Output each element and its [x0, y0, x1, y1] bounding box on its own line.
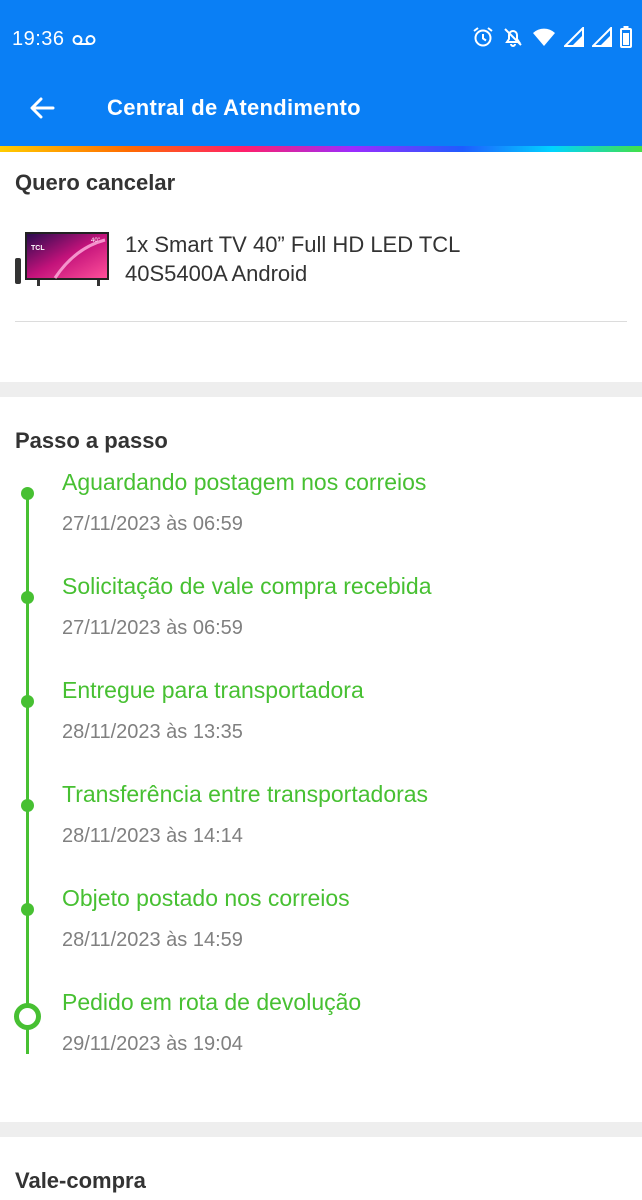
bell-off-icon [502, 26, 524, 48]
signal-icon [592, 27, 612, 47]
product-name[interactable]: 1x Smart TV 40” Full HD LED TCL 40S5400A… [125, 230, 565, 288]
wifi-icon [532, 27, 556, 47]
step-date: 28/11/2023 às 13:35 [62, 721, 243, 743]
product-thumbnail[interactable]: TCL 40" [15, 228, 111, 288]
step-dot-icon [21, 591, 34, 604]
rainbow-divider [0, 146, 642, 152]
back-button[interactable] [22, 90, 62, 130]
step-title: Solicitação de vale compra recebida [62, 573, 432, 599]
step-title: Objeto postado nos correios [62, 885, 350, 911]
step-dot-icon [21, 903, 34, 916]
section-gap [0, 382, 642, 397]
section-gap [0, 1122, 642, 1137]
cancel-section-title: Quero cancelar [15, 170, 176, 195]
step-date: 27/11/2023 às 06:59 [62, 617, 243, 639]
step-date: 27/11/2023 às 06:59 [62, 513, 243, 535]
svg-text:TCL: TCL [31, 245, 45, 252]
step-dot-icon [21, 799, 34, 812]
current-step-dot-icon [14, 1003, 41, 1030]
step-title: Pedido em rota de devolução [62, 989, 362, 1015]
steps-section-title: Passo a passo [15, 428, 168, 453]
step-title: Entregue para transportadora [62, 677, 364, 703]
status-time: 19:36 [12, 28, 65, 50]
timeline-step: Solicitação de vale compra recebida 27/1… [0, 570, 642, 670]
timeline-step: Transferência entre transportadoras 28/1… [0, 778, 642, 878]
signal-icon [564, 27, 584, 47]
step-dot-icon [21, 695, 34, 708]
svg-text:40": 40" [91, 238, 100, 244]
step-title: Aguardando postagem nos correios [62, 469, 427, 495]
step-date: 28/11/2023 às 14:59 [62, 929, 243, 951]
divider [15, 321, 627, 322]
timeline-step: Objeto postado nos correios 28/11/2023 à… [0, 882, 642, 982]
alarm-icon [472, 26, 494, 48]
step-dot-icon [21, 487, 34, 500]
app-bar: 19:36 Central de Atendimento [0, 0, 642, 146]
timeline-step-current: Pedido em rota de devolução 29/11/2023 à… [0, 986, 642, 1086]
status-icons [472, 26, 632, 48]
page-title: Central de Atendimento [107, 95, 361, 120]
voucher-section-title: Vale-compra [15, 1168, 146, 1193]
step-date: 28/11/2023 às 14:14 [62, 825, 243, 847]
timeline-step: Entregue para transportadora 28/11/2023 … [0, 674, 642, 774]
battery-icon [620, 26, 632, 48]
step-date: 29/11/2023 às 19:04 [62, 1033, 243, 1055]
step-title: Transferência entre transportadoras [62, 781, 429, 807]
timeline-step: Aguardando postagem nos correios 27/11/2… [0, 466, 642, 566]
voicemail-icon [72, 33, 96, 51]
arrow-left-icon [29, 97, 55, 124]
